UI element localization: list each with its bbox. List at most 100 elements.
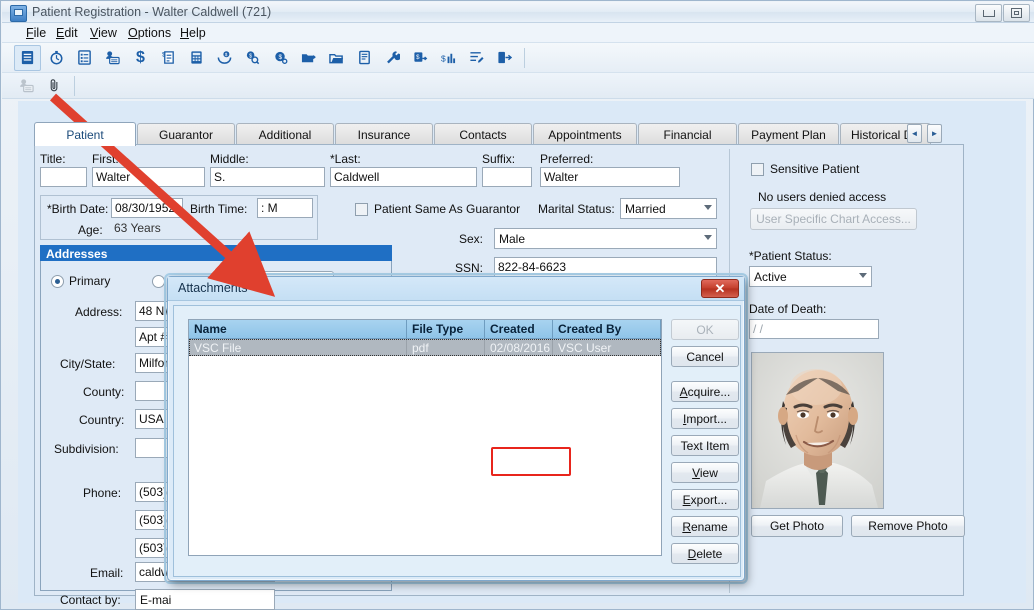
- birth-time-input[interactable]: : M: [257, 198, 313, 218]
- invoice-icon[interactable]: $: [156, 46, 181, 70]
- payment-receive-icon[interactable]: $: [212, 46, 237, 70]
- get-photo-button[interactable]: Get Photo: [751, 515, 843, 537]
- column-header-file-type[interactable]: File Type: [407, 320, 485, 339]
- open-folder-icon[interactable]: [324, 46, 349, 70]
- contact-by-select[interactable]: E-mai: [135, 589, 275, 610]
- suffix-input[interactable]: [482, 167, 532, 187]
- sensitive-patient-label: Sensitive Patient: [770, 162, 860, 176]
- close-icon[interactable]: ✕: [701, 279, 739, 298]
- bar-chart-dollar-icon[interactable]: $: [436, 46, 461, 70]
- middle-name-input[interactable]: S.: [210, 167, 325, 187]
- first-label: First:: [92, 152, 119, 166]
- patient-same-as-guarantor-label: Patient Same As Guarantor: [374, 202, 521, 216]
- patient-same-as-guarantor-checkbox[interactable]: [355, 203, 368, 216]
- tab-patient[interactable]: Patient: [34, 122, 136, 146]
- delete-button[interactable]: Delete: [671, 543, 739, 564]
- column-header-created-by[interactable]: Created By: [553, 320, 661, 339]
- export-button[interactable]: Export...: [671, 489, 739, 510]
- menu-bar: File Edit View Options Help: [2, 23, 1034, 43]
- tab-scroll-left-button[interactable]: ◄: [907, 124, 922, 143]
- patient-status-label: *Patient Status:: [749, 249, 832, 263]
- tab-contacts[interactable]: Contacts: [434, 123, 532, 145]
- attachments-list-header: Name File Type Created Created By: [189, 320, 661, 339]
- patient-status-select[interactable]: Active: [749, 266, 872, 287]
- text-item-button[interactable]: Text Item: [671, 435, 739, 456]
- chevron-down-icon: [704, 235, 712, 240]
- country-label: Country:: [79, 413, 125, 427]
- patient-card-icon[interactable]: [100, 46, 125, 70]
- patient-status-value: Active: [754, 270, 787, 284]
- stopwatch-icon[interactable]: [44, 46, 69, 70]
- first-name-input[interactable]: Walter: [92, 167, 205, 187]
- menu-item-file[interactable]: File: [24, 26, 48, 40]
- report-icon[interactable]: [352, 46, 377, 70]
- marital-status-value: Married: [625, 202, 666, 216]
- tab-additional[interactable]: Additional: [236, 123, 334, 145]
- address-primary-radio[interactable]: [51, 275, 64, 288]
- birth-date-label: *Birth Date:: [47, 202, 109, 216]
- preferred-name-input[interactable]: Walter: [540, 167, 680, 187]
- menu-item-options[interactable]: Options: [126, 26, 173, 40]
- tab-insurance[interactable]: Insurance: [335, 123, 433, 145]
- age-value: 63 Years: [114, 221, 161, 235]
- window-controls: [975, 4, 1030, 22]
- date-of-death-input[interactable]: / /: [749, 319, 879, 339]
- date-of-death-label: Date of Death:: [749, 302, 827, 316]
- menu-item-view[interactable]: View: [88, 26, 119, 40]
- restore-button[interactable]: [1003, 4, 1030, 22]
- city-state-label: City/State:: [60, 357, 116, 371]
- acquire-button[interactable]: Acquire...: [671, 381, 739, 402]
- contact-by-label: Contact by:: [60, 593, 121, 607]
- payment-post-icon[interactable]: $: [408, 46, 433, 70]
- payment-search-icon[interactable]: $: [240, 46, 265, 70]
- minimize-button[interactable]: [975, 4, 1002, 22]
- cancel-button[interactable]: Cancel: [671, 346, 739, 367]
- suffix-label: Suffix:: [482, 152, 516, 166]
- sex-select[interactable]: Male: [494, 228, 717, 249]
- tab-scroll-right-button[interactable]: ►: [927, 124, 942, 143]
- attachments-list[interactable]: Name File Type Created Created By VSC Fi…: [188, 319, 662, 556]
- dollar-icon[interactable]: $: [128, 46, 153, 70]
- last-label: *Last:: [330, 152, 361, 166]
- subdivision-label: Subdivision:: [54, 442, 119, 456]
- tab-guarantor[interactable]: Guarantor: [137, 123, 235, 145]
- calculator-icon[interactable]: [184, 46, 209, 70]
- attachments-dialog-title-bar: Attachments ✕: [168, 277, 744, 301]
- attachments-dialog-title: Attachments: [178, 281, 248, 295]
- import-button[interactable]: Import...: [671, 408, 739, 429]
- toolbar-secondary: [2, 73, 1034, 99]
- ok-button[interactable]: OK: [671, 319, 739, 340]
- payment-void-icon[interactable]: $: [268, 46, 293, 70]
- exit-icon[interactable]: [492, 46, 517, 70]
- table-row[interactable]: VSC File pdf 02/08/2016 VSC User: [189, 339, 661, 356]
- application-icon: [10, 5, 27, 22]
- rename-button[interactable]: Rename: [671, 516, 739, 537]
- svg-text:$: $: [225, 52, 228, 57]
- marital-status-select[interactable]: Married: [620, 198, 717, 219]
- birth-date-input[interactable]: 08/30/1952: [111, 198, 183, 218]
- chevron-down-icon: [859, 273, 867, 278]
- view-button[interactable]: View: [671, 462, 739, 483]
- tab-financial[interactable]: Financial: [638, 123, 737, 145]
- user-specific-chart-access-button[interactable]: User Specific Chart Access...: [750, 208, 917, 230]
- folder-out-icon[interactable]: [296, 46, 321, 70]
- last-name-input[interactable]: Caldwell: [330, 167, 477, 187]
- menu-item-edit[interactable]: Edit: [54, 26, 80, 40]
- checklist-icon[interactable]: [72, 46, 97, 70]
- sensitive-patient-checkbox[interactable]: [751, 163, 764, 176]
- wrench-icon[interactable]: [380, 46, 405, 70]
- sex-value: Male: [499, 232, 526, 246]
- list-document-icon[interactable]: [14, 44, 41, 71]
- remove-photo-button[interactable]: Remove Photo: [851, 515, 965, 537]
- screen-root: Patient Registration - Walter Caldwell (…: [0, 0, 1034, 610]
- tab-appointments[interactable]: Appointments: [533, 123, 637, 145]
- title-input[interactable]: [40, 167, 87, 187]
- column-header-created[interactable]: Created: [485, 320, 553, 339]
- patient-card-disabled-icon[interactable]: [14, 74, 39, 98]
- menu-item-help[interactable]: Help: [178, 26, 208, 40]
- attachment-clip-icon[interactable]: [42, 74, 67, 98]
- window-title: Patient Registration - Walter Caldwell (…: [32, 5, 272, 19]
- column-header-name[interactable]: Name: [189, 320, 407, 339]
- edit-list-icon[interactable]: [464, 46, 489, 70]
- tab-payment-plan[interactable]: Payment Plan: [738, 123, 839, 145]
